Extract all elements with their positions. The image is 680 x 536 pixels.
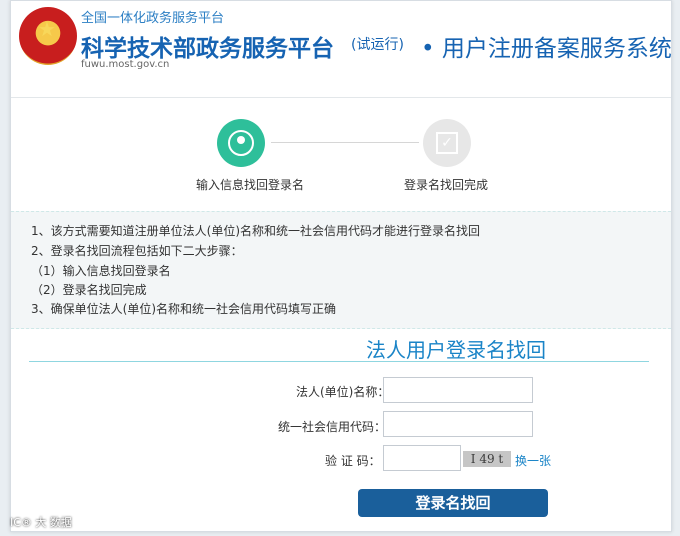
trial-tag: (试运行) <box>351 37 404 53</box>
step-1-circle <box>217 119 265 167</box>
captcha-label: 验 证 码： <box>325 454 381 468</box>
company-name-label: 法人(单位)名称： <box>296 385 390 399</box>
site-header: 全国一体化政务服务平台 科学技术部政务服务平台 (试运行) • 用户注册备案服务… <box>11 1 672 98</box>
instruction-line: 3、确保单位法人(单位)名称和统一社会信用代码填写正确 <box>31 302 337 316</box>
instructions-panel: 1、该方式需要知道注册单位法人(单位)名称和统一社会信用代码才能进行登录名找回 … <box>11 211 671 329</box>
watermark: IC® 大 数据 <box>10 516 72 529</box>
step-2-circle: ✓ <box>423 119 471 167</box>
form-divider <box>29 361 649 362</box>
instruction-line: （1）输入信息找回登录名 <box>31 264 171 278</box>
captcha-image: I 49 t <box>463 451 511 467</box>
captcha-input[interactable] <box>383 445 461 471</box>
system-title: • 用户注册备案服务系统 <box>421 36 672 62</box>
instruction-line: 2、登录名找回流程包括如下二大步骤： <box>31 244 243 258</box>
step-connector <box>271 142 419 143</box>
national-emblem-icon <box>19 7 77 65</box>
site-title: 科学技术部政务服务平台 <box>81 36 334 62</box>
instruction-line: （2）登录名找回完成 <box>31 283 147 297</box>
recover-username-button[interactable]: 登录名找回 <box>358 489 548 517</box>
page-frame: 全国一体化政务服务平台 科学技术部政务服务平台 (试运行) • 用户注册备案服务… <box>10 0 672 532</box>
form-title: 法人用户登录名找回 <box>366 338 546 362</box>
progress-steps: ✓ 输入信息找回登录名 登录名找回完成 <box>11 101 671 211</box>
credit-code-label: 统一社会信用代码： <box>278 420 387 434</box>
platform-label: 全国一体化政务服务平台 <box>81 11 225 26</box>
site-url: fuwu.most.gov.cn <box>81 59 170 70</box>
refresh-captcha-link[interactable]: 换一张 <box>515 452 551 469</box>
company-name-input[interactable] <box>383 377 533 403</box>
user-icon <box>228 130 254 156</box>
step-1-label: 输入信息找回登录名 <box>196 178 305 192</box>
step-2-label: 登录名找回完成 <box>404 178 489 192</box>
credit-code-input[interactable] <box>383 411 533 437</box>
instruction-line: 1、该方式需要知道注册单位法人(单位)名称和统一社会信用代码才能进行登录名找回 <box>31 224 481 238</box>
checkbox-icon: ✓ <box>436 132 458 154</box>
